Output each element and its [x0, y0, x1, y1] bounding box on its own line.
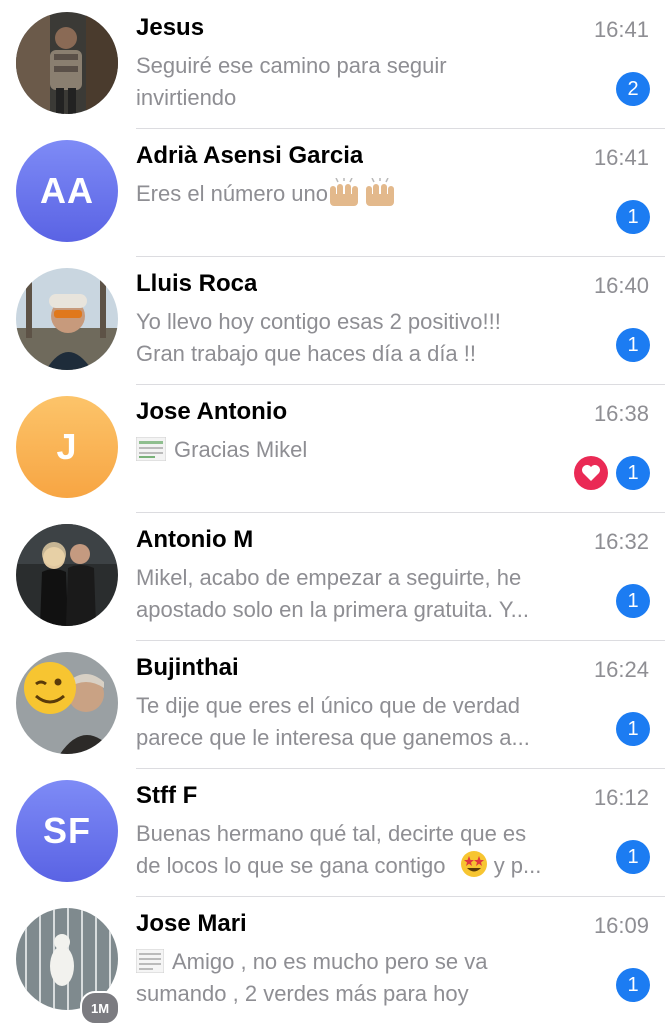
message-line: Mikel, acabo de empezar a seguirte, he: [136, 565, 522, 590]
unread-badge: 1: [616, 456, 650, 490]
chat-row[interactable]: Antonio M 16:32 Mikel, acabo de empezar …: [0, 512, 665, 641]
message-line: Yo llevo hoy contigo esas 2 positivo!!!: [136, 309, 501, 334]
avatar-initials: J: [56, 426, 78, 467]
message-text: Gracias Mikel: [174, 437, 308, 462]
avatar[interactable]: [16, 268, 118, 370]
message-line: invirtiendo: [136, 85, 237, 110]
avatar[interactable]: J: [16, 396, 118, 498]
avatar-initials: SF: [42, 810, 91, 851]
chat-name: Jose Mari: [136, 910, 247, 937]
chat-row[interactable]: J Jose Antonio 16:38 Gracias Mikel 1: [0, 384, 665, 513]
message-text: de locos lo que se gana contigo: [136, 853, 446, 878]
chat-name: Lluis Roca: [136, 270, 258, 297]
heart-icon: [582, 465, 600, 481]
chat-message-preview: Gracias Mikel: [136, 434, 606, 466]
media-count-badge: 1M: [80, 991, 120, 1025]
avatar[interactable]: SF: [16, 780, 118, 882]
chat-time: 16:41: [593, 17, 649, 42]
chat-time: 16:12: [593, 785, 649, 810]
chat-message-preview: Eres el número uno: [136, 178, 606, 210]
avatar-photo: [16, 652, 118, 754]
message-line: Gran trabajo que haces día a día !!: [136, 341, 477, 366]
avatar[interactable]: [16, 524, 118, 626]
unread-badge: 1: [616, 328, 650, 362]
chat-message-preview: Buenas hermano qué tal, decirte que es d…: [136, 818, 606, 882]
message-line: Gracias Mikel: [136, 434, 606, 466]
avatar[interactable]: AA: [16, 140, 118, 242]
chat-message-preview: Seguiré ese camino para seguir invirtien…: [136, 50, 606, 114]
unread-badge: 1: [616, 200, 650, 234]
avatar[interactable]: [16, 652, 118, 754]
chat-time: 16:38: [593, 401, 649, 426]
chat-row[interactable]: 1M Jose Mari 16:09 Amigo , no es mucho p…: [0, 896, 665, 1025]
message-text: Amigo , no es mucho pero se va: [172, 949, 488, 974]
message-line: Amigo , no es mucho pero se va: [136, 946, 606, 978]
chat-message-preview: Amigo , no es mucho pero se va sumando ,…: [136, 946, 606, 1010]
chat-name: Adrià Asensi Garcia: [136, 142, 364, 169]
chat-row[interactable]: SF Stff F 16:12 Buenas hermano qué tal, …: [0, 768, 665, 897]
chat-row[interactable]: Lluis Roca 16:40 Yo llevo hoy contigo es…: [0, 256, 665, 385]
chat-message-preview: Mikel, acabo de empezar a seguirte, he a…: [136, 562, 606, 626]
heart-reaction: [574, 456, 608, 490]
unread-badge: 1: [616, 840, 650, 874]
image-thumbnail-icon: [136, 949, 164, 973]
unread-badge: 1: [616, 712, 650, 746]
message-text: y p...: [487, 853, 542, 878]
chat-time: 16:41: [593, 145, 649, 170]
chat-message-preview: Yo llevo hoy contigo esas 2 positivo!!! …: [136, 306, 606, 370]
chat-time: 16:40: [593, 273, 649, 298]
chat-time: 16:09: [593, 913, 649, 938]
chat-name: Jose Antonio: [136, 398, 288, 425]
raising-hands-emoji: [330, 178, 394, 206]
chat-row[interactable]: Jesus 16:41 Seguiré ese camino para segu…: [0, 0, 665, 129]
message-line: Eres el número uno: [136, 178, 606, 210]
chat-message-preview: Te dije que eres el único que de verdad …: [136, 690, 606, 754]
image-thumbnail-icon: [136, 437, 166, 461]
chat-name: Jesus: [136, 14, 205, 41]
message-line: apostado solo en la primera gratuita. Y.…: [136, 597, 529, 622]
chat-name: Bujinthai: [136, 654, 239, 681]
chat-row[interactable]: AA Adrià Asensi Garcia 16:41 Eres el núm…: [0, 128, 665, 257]
star-struck-emoji: [460, 851, 487, 877]
avatar-photo: [16, 524, 118, 626]
message-line: sumando , 2 verdes más para hoy: [136, 981, 469, 1006]
chat-row[interactable]: Bujinthai 16:24 Te dije que eres el únic…: [0, 640, 665, 769]
unread-badge: 1: [616, 968, 650, 1002]
message-text: Eres el número uno: [136, 181, 328, 206]
unread-badge: 2: [616, 72, 650, 106]
message-line: Buenas hermano qué tal, decirte que es: [136, 821, 527, 846]
message-line: Seguiré ese camino para seguir: [136, 53, 447, 78]
chat-time: 16:24: [593, 657, 649, 682]
chat-name: Antonio M: [136, 526, 254, 553]
message-line: parece que le interesa que ganemos a...: [136, 725, 530, 750]
message-line: Te dije que eres el único que de verdad: [136, 693, 521, 718]
avatar[interactable]: [16, 12, 118, 114]
avatar-photo: [16, 268, 118, 370]
avatar-initials: AA: [40, 170, 94, 211]
unread-badge: 1: [616, 584, 650, 618]
avatar-photo: [16, 12, 118, 114]
chat-time: 16:32: [593, 529, 649, 554]
message-line: de locos lo que se gana contigo y p...: [136, 850, 606, 882]
chat-name: Stff F: [136, 782, 198, 809]
